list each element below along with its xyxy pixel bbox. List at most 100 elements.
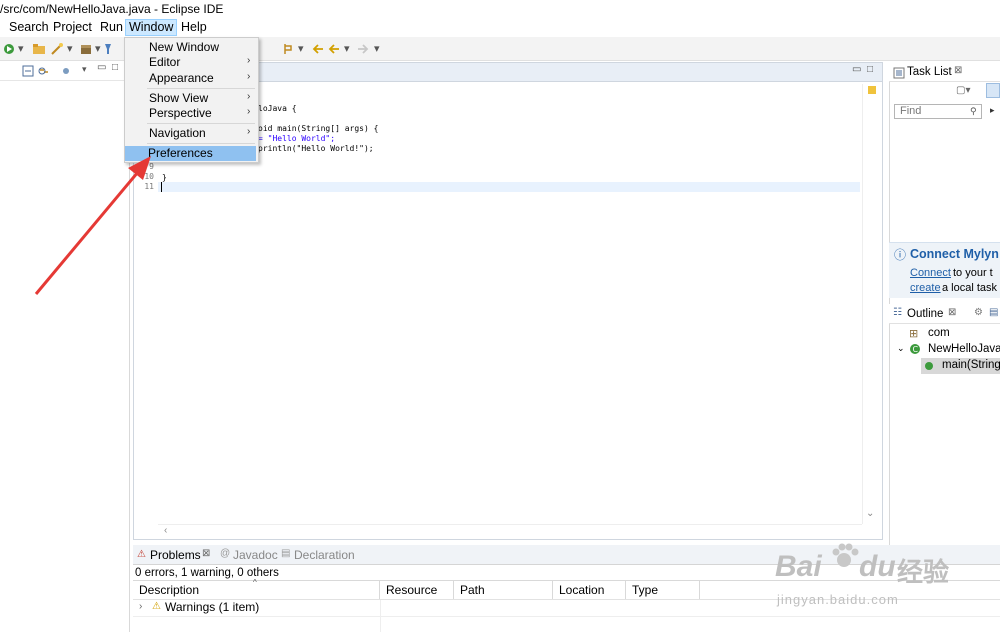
menu-help[interactable]: Help bbox=[178, 19, 210, 36]
tab-javadoc[interactable]: Javadoc bbox=[233, 548, 278, 562]
outline-tab[interactable]: Outline bbox=[907, 308, 943, 320]
dropdown-icon[interactable]: ▾ bbox=[298, 43, 304, 55]
submenu-arrow-icon: › bbox=[247, 71, 251, 82]
problems-icon: ⚠ bbox=[137, 549, 146, 560]
package-icon[interactable] bbox=[79, 42, 93, 56]
minimize-icon[interactable]: ▭ bbox=[852, 64, 861, 75]
sort-icon[interactable]: ⚙ bbox=[974, 307, 983, 318]
column-header-resource[interactable]: Resource bbox=[380, 581, 454, 599]
annotation-icon[interactable] bbox=[282, 42, 296, 56]
tab-problems[interactable]: Problems bbox=[150, 548, 201, 562]
create-text: a local task bbox=[942, 282, 998, 294]
forward-icon[interactable] bbox=[356, 42, 370, 56]
baidu-watermark: Bai du 经验 jingyan.baidu.com bbox=[775, 543, 995, 618]
menu-item-editor[interactable]: Editor bbox=[149, 55, 180, 69]
window-title-bar: /src/com/NewHelloJava.java - Eclipse IDE bbox=[0, 0, 1000, 18]
chevron-right-icon[interactable]: ▸ bbox=[990, 105, 995, 116]
submenu-arrow-icon: › bbox=[247, 126, 251, 137]
task-list-tab[interactable]: Task List bbox=[907, 66, 952, 78]
maximize-icon[interactable]: □ bbox=[112, 62, 118, 73]
connect-link[interactable]: Connect bbox=[910, 267, 951, 279]
warning-icon: ⚠ bbox=[152, 601, 161, 612]
column-header-location[interactable]: Location bbox=[553, 581, 626, 599]
column-label: Description bbox=[139, 583, 200, 597]
svg-text:C: C bbox=[913, 345, 919, 354]
warning-marker-icon[interactable] bbox=[868, 86, 876, 94]
filter-icon[interactable] bbox=[60, 65, 72, 77]
window-menu-dropdown: New Window Editor › Appearance › Show Vi… bbox=[124, 37, 259, 163]
close-icon[interactable]: ⊠ bbox=[954, 65, 962, 76]
open-folder-icon[interactable] bbox=[32, 42, 46, 56]
run-icon[interactable] bbox=[2, 42, 16, 56]
submenu-arrow-icon: › bbox=[247, 106, 251, 117]
column-header-type[interactable]: Type bbox=[626, 581, 700, 599]
maximize-icon[interactable]: □ bbox=[867, 64, 873, 75]
window-title: /src/com/NewHelloJava.java - Eclipse IDE bbox=[0, 2, 224, 16]
line-number: 11 bbox=[144, 182, 154, 191]
last-edit-icon[interactable] bbox=[311, 42, 325, 56]
class-icon: C bbox=[910, 344, 920, 354]
new-task-icon[interactable] bbox=[50, 42, 64, 56]
dropdown-icon[interactable]: ▾ bbox=[18, 43, 24, 55]
collapse-icon[interactable]: ▤ bbox=[989, 307, 998, 318]
column-header-path[interactable]: Path bbox=[454, 581, 553, 599]
menu-item-new-window[interactable]: New Window bbox=[149, 40, 219, 54]
menu-separator bbox=[147, 88, 255, 89]
dropdown-icon[interactable]: ▾ bbox=[374, 43, 380, 55]
new-task-icon[interactable]: ▢▾ bbox=[956, 85, 970, 96]
focus-icon[interactable] bbox=[986, 83, 1000, 98]
menu-item-preferences[interactable]: Preferences bbox=[125, 146, 256, 161]
create-link[interactable]: create bbox=[910, 282, 941, 294]
method-icon bbox=[925, 362, 933, 370]
row-label: Warnings (1 item) bbox=[165, 600, 260, 614]
outline-item[interactable]: com bbox=[928, 327, 950, 339]
menu-item-perspective[interactable]: Perspective bbox=[149, 106, 212, 120]
menu-search[interactable]: Search bbox=[6, 19, 52, 36]
menu-item-navigation[interactable]: Navigation bbox=[149, 126, 206, 140]
close-icon[interactable]: ⊠ bbox=[948, 307, 956, 318]
link-editor-icon[interactable] bbox=[38, 65, 50, 77]
menu-item-appearance[interactable]: Appearance bbox=[149, 71, 214, 85]
outline-item[interactable]: NewHelloJava bbox=[928, 343, 1000, 355]
connect-mylyn-title: Connect Mylyn bbox=[910, 247, 999, 261]
menu-item-show-view[interactable]: Show View bbox=[149, 91, 208, 105]
vertical-scrollbar[interactable]: ⌄ bbox=[862, 84, 882, 524]
task-find-input[interactable]: Find bbox=[894, 104, 982, 119]
outline-item[interactable]: main(String bbox=[942, 359, 1000, 371]
back-icon[interactable] bbox=[327, 42, 341, 56]
code-line: oid main(String[] args) { bbox=[258, 124, 379, 133]
menu-window[interactable]: Window bbox=[125, 19, 178, 36]
close-icon[interactable]: ⊠ bbox=[202, 548, 210, 559]
current-line-highlight bbox=[158, 182, 860, 192]
view-menu-icon[interactable]: ▾ bbox=[82, 64, 87, 75]
chevron-down-icon[interactable]: ⌄ bbox=[897, 343, 905, 354]
horizontal-scrollbar[interactable]: ‹ bbox=[158, 524, 862, 538]
outline-header: ☷ Outline ⊠ ⚙ ▤ bbox=[889, 304, 1000, 324]
package-icon: ⊞ bbox=[909, 328, 919, 340]
submenu-arrow-icon: › bbox=[247, 55, 251, 66]
declaration-icon: ▤ bbox=[281, 548, 291, 559]
chevron-right-icon[interactable]: › bbox=[139, 601, 142, 612]
tab-declaration[interactable]: Declaration bbox=[294, 548, 355, 562]
outline-icon: ☷ bbox=[893, 307, 902, 318]
info-icon: ⓘ bbox=[894, 248, 907, 262]
dropdown-icon[interactable]: ▾ bbox=[344, 43, 350, 55]
dropdown-icon[interactable]: ▾ bbox=[95, 43, 101, 55]
scroll-left-icon[interactable]: ‹ bbox=[164, 525, 167, 536]
column-label: Type bbox=[632, 583, 659, 597]
menu-run[interactable]: Run bbox=[97, 19, 126, 36]
watermark-brand: Bai bbox=[775, 550, 822, 583]
task-list-icon bbox=[893, 67, 905, 79]
pin-icon[interactable] bbox=[101, 42, 115, 56]
column-label: Resource bbox=[386, 583, 438, 597]
dropdown-icon[interactable]: ▾ bbox=[67, 43, 73, 55]
menu-project[interactable]: Project bbox=[50, 19, 95, 36]
paw-icon bbox=[832, 543, 859, 567]
submenu-arrow-icon: › bbox=[247, 91, 251, 102]
package-explorer-toolbar: ▾ ▭ □ bbox=[0, 61, 130, 81]
scroll-down-icon[interactable]: ⌄ bbox=[866, 508, 874, 519]
code-line: println("Hello World!"); bbox=[258, 144, 374, 153]
search-icon[interactable]: ⚲ bbox=[970, 106, 977, 117]
collapse-all-icon[interactable] bbox=[22, 65, 34, 77]
minimize-icon[interactable]: ▭ bbox=[97, 62, 106, 73]
